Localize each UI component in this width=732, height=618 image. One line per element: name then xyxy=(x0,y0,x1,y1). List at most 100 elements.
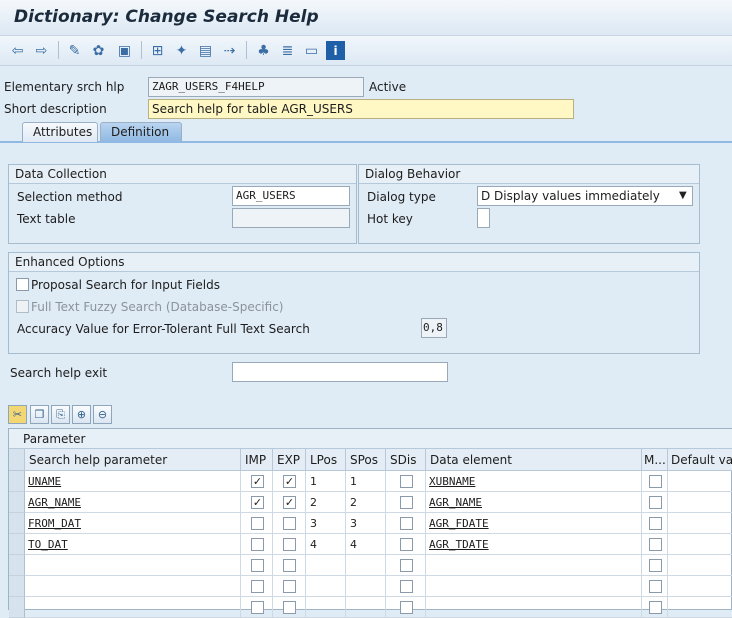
layout-icon[interactable]: ≣ xyxy=(278,41,297,60)
screen-icon[interactable]: ▭ xyxy=(302,41,321,60)
select-all-cell[interactable] xyxy=(9,449,25,471)
short-description-field[interactable]: Search help for table AGR_USERS xyxy=(148,99,574,119)
column-header-default[interactable]: Default value xyxy=(668,449,732,471)
table-cell-element[interactable]: AGR_TDATE xyxy=(426,534,642,555)
fulltext-search-checkbox[interactable] xyxy=(16,300,29,313)
table-cell-param[interactable]: UNAME xyxy=(25,471,241,492)
sdis-checkbox[interactable] xyxy=(400,538,413,551)
table-cell-lpos[interactable]: 4 xyxy=(306,534,346,555)
imp-checkbox[interactable]: ✓ xyxy=(251,475,264,488)
sdis-checkbox[interactable] xyxy=(400,580,413,593)
table-cell-param[interactable] xyxy=(25,555,241,576)
table-cell-def[interactable] xyxy=(668,513,732,534)
imp-checkbox[interactable] xyxy=(251,517,264,530)
table-cell-lpos[interactable]: 3 xyxy=(306,513,346,534)
table-cell-def[interactable] xyxy=(668,534,732,555)
exp-checkbox[interactable]: ✓ xyxy=(283,496,296,509)
table-cell-spos[interactable] xyxy=(346,576,386,597)
m-checkbox[interactable] xyxy=(649,580,662,593)
column-header-imp[interactable]: IMP xyxy=(241,449,273,471)
object-list-icon[interactable]: ▤ xyxy=(196,41,215,60)
sdis-checkbox[interactable] xyxy=(400,475,413,488)
row-selector[interactable] xyxy=(9,534,25,555)
table-cell-spos[interactable] xyxy=(346,555,386,576)
table-cell-param[interactable]: FROM_DAT xyxy=(25,513,241,534)
column-header-spos[interactable]: SPos xyxy=(346,449,386,471)
paste-icon[interactable]: ⎘ xyxy=(51,405,70,424)
table-cell-lpos[interactable] xyxy=(306,597,346,618)
where-used-icon[interactable]: ▣ xyxy=(115,41,134,60)
tree-icon[interactable]: ♣ xyxy=(254,41,273,60)
table-cell-lpos[interactable]: 2 xyxy=(306,492,346,513)
activate-icon[interactable]: ✦ xyxy=(172,41,191,60)
exp-checkbox[interactable] xyxy=(283,580,296,593)
tab-attributes[interactable]: Attributes xyxy=(22,122,98,142)
forward-arrow-icon[interactable]: ⇨ xyxy=(32,41,51,60)
table-cell-def[interactable] xyxy=(668,597,732,618)
column-header-exp[interactable]: EXP xyxy=(273,449,306,471)
exp-checkbox[interactable] xyxy=(283,538,296,551)
info-icon[interactable]: i xyxy=(326,41,345,60)
table-cell-def[interactable] xyxy=(668,492,732,513)
column-header-m[interactable]: M... xyxy=(642,449,668,471)
table-cell-spos[interactable]: 3 xyxy=(346,513,386,534)
table-cell-element[interactable]: XUBNAME xyxy=(426,471,642,492)
table-cell-element[interactable]: AGR_NAME xyxy=(426,492,642,513)
sdis-checkbox[interactable] xyxy=(400,559,413,572)
back-arrow-icon[interactable]: ⇦ xyxy=(8,41,27,60)
table-cell-spos[interactable]: 2 xyxy=(346,492,386,513)
dialog-type-select[interactable]: D Display values immediately xyxy=(477,186,693,206)
sdis-checkbox[interactable] xyxy=(400,601,413,614)
insert-row-icon[interactable]: ⊕ xyxy=(72,405,91,424)
m-checkbox[interactable] xyxy=(649,601,662,614)
table-cell-param[interactable]: AGR_NAME xyxy=(25,492,241,513)
proposal-search-checkbox[interactable] xyxy=(16,278,29,291)
imp-checkbox[interactable]: ✓ xyxy=(251,496,264,509)
selection-method-field[interactable]: AGR_USERS xyxy=(232,186,350,206)
m-checkbox[interactable] xyxy=(649,559,662,572)
table-cell-spos[interactable]: 4 xyxy=(346,534,386,555)
row-selector[interactable] xyxy=(9,492,25,513)
imp-checkbox[interactable] xyxy=(251,538,264,551)
m-checkbox[interactable] xyxy=(649,538,662,551)
imp-checkbox[interactable] xyxy=(251,601,264,614)
table-cell-def[interactable] xyxy=(668,576,732,597)
column-header-lpos[interactable]: LPos xyxy=(306,449,346,471)
tab-definition[interactable]: Definition xyxy=(100,122,182,142)
sdis-checkbox[interactable] xyxy=(400,496,413,509)
exp-checkbox[interactable] xyxy=(283,601,296,614)
display-change-icon[interactable]: ✎ xyxy=(65,41,84,60)
column-header-data-element[interactable]: Data element xyxy=(426,449,642,471)
search-help-exit-field[interactable] xyxy=(232,362,448,382)
sdis-checkbox[interactable] xyxy=(400,517,413,530)
m-checkbox[interactable] xyxy=(649,496,662,509)
cut-icon[interactable]: ✂ xyxy=(8,405,27,424)
table-cell-element[interactable] xyxy=(426,576,642,597)
table-cell-def[interactable] xyxy=(668,555,732,576)
table-cell-param[interactable] xyxy=(25,597,241,618)
accuracy-field[interactable]: 0,8 xyxy=(421,318,447,338)
elementary-search-help-field[interactable]: ZAGR_USERS_F4HELP xyxy=(148,77,364,97)
text-table-field[interactable] xyxy=(232,208,350,228)
column-header-param[interactable]: Search help parameter xyxy=(25,449,241,471)
chevron-down-icon[interactable]: ▼ xyxy=(679,190,687,201)
table-cell-lpos[interactable] xyxy=(306,555,346,576)
table-cell-element[interactable]: AGR_FDATE xyxy=(426,513,642,534)
copy-icon[interactable]: ❐ xyxy=(30,405,49,424)
table-cell-lpos[interactable]: 1 xyxy=(306,471,346,492)
table-cell-element[interactable] xyxy=(426,597,642,618)
table-cell-param[interactable]: TO_DAT xyxy=(25,534,241,555)
active-inactive-icon[interactable]: ✿ xyxy=(89,41,108,60)
exp-checkbox[interactable]: ✓ xyxy=(283,475,296,488)
row-selector[interactable] xyxy=(9,597,25,618)
row-selector[interactable] xyxy=(9,513,25,534)
hot-key-field[interactable] xyxy=(477,208,490,228)
exp-checkbox[interactable] xyxy=(283,517,296,530)
table-cell-spos[interactable] xyxy=(346,597,386,618)
m-checkbox[interactable] xyxy=(649,517,662,530)
table-cell-param[interactable] xyxy=(25,576,241,597)
column-header-sdis[interactable]: SDis xyxy=(386,449,426,471)
row-selector[interactable] xyxy=(9,576,25,597)
table-cell-element[interactable] xyxy=(426,555,642,576)
table-cell-spos[interactable]: 1 xyxy=(346,471,386,492)
